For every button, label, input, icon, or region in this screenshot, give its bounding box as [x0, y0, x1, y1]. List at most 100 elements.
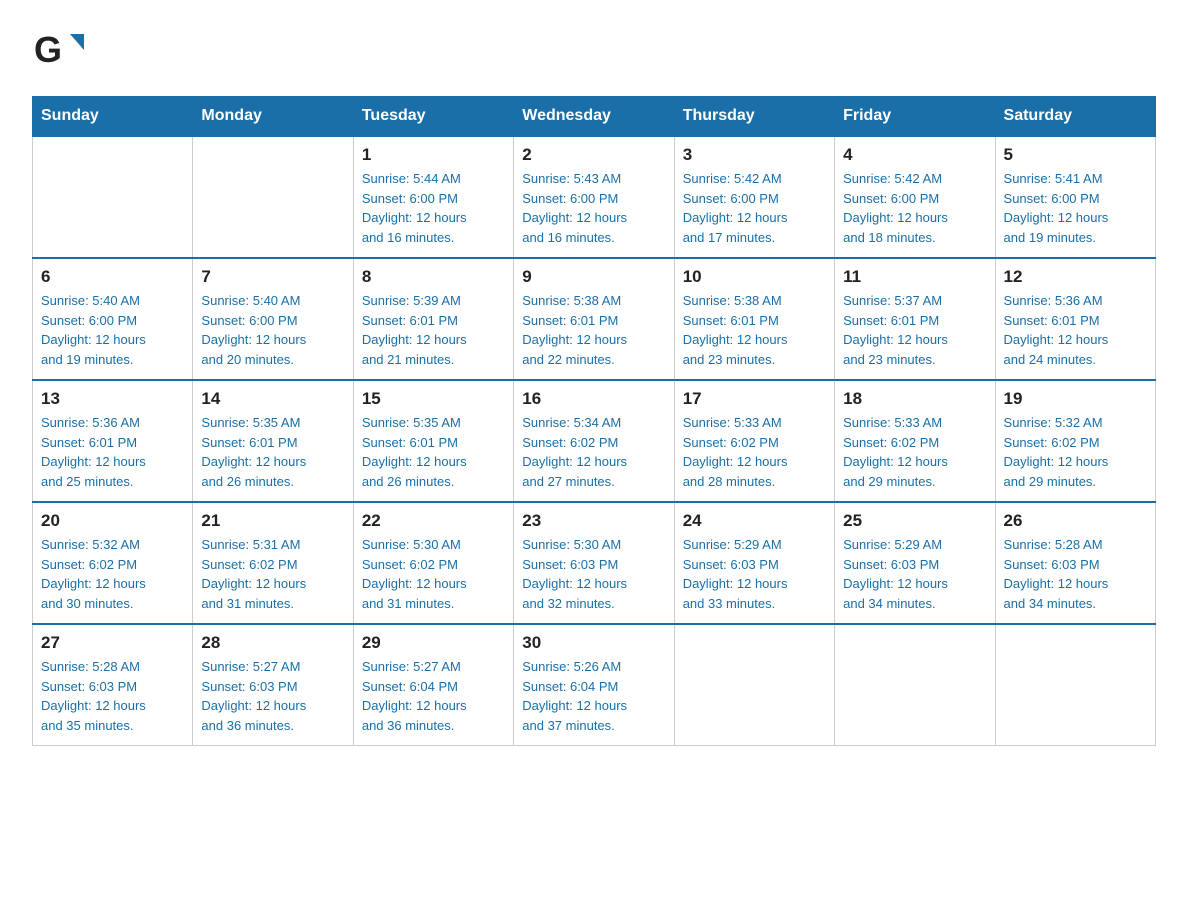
calendar-cell: 8Sunrise: 5:39 AM Sunset: 6:01 PM Daylig…	[353, 258, 513, 380]
day-info: Sunrise: 5:27 AM Sunset: 6:04 PM Dayligh…	[362, 657, 505, 735]
day-of-week-monday: Monday	[193, 97, 353, 137]
day-number: 3	[683, 145, 826, 165]
day-number: 12	[1004, 267, 1147, 287]
calendar-cell: 19 Sunrise: 5:32 AM Sunset: 6:02 PM Dayli…	[995, 380, 1155, 502]
calendar-cell: 23Sunrise: 5:30 AM Sunset: 6:03 PM Dayli…	[514, 502, 674, 624]
day-number: 13	[41, 389, 184, 409]
day-number: 8	[362, 267, 505, 287]
day-number: 24	[683, 511, 826, 531]
calendar-cell: 5 Sunrise: 5:41 AM Sunset: 6:00 PM Daylig…	[995, 136, 1155, 258]
calendar-cell: 1 Sunrise: 5:44 AM Sunset: 6:00 PM Daylig…	[353, 136, 513, 258]
day-number: 19	[1004, 389, 1147, 409]
day-number: 17	[683, 389, 826, 409]
calendar-cell	[995, 624, 1155, 746]
day-number: 29	[362, 633, 505, 653]
calendar-cell: 29 Sunrise: 5:27 AM Sunset: 6:04 PM Dayli…	[353, 624, 513, 746]
day-info: Sunrise: 5:29 AM Sunset: 6:03 PM Dayligh…	[683, 535, 826, 613]
day-info: Sunrise: 5:33 AM Sunset: 6:02 PM Dayligh…	[843, 413, 986, 491]
day-info: Sunrise: 5:26 AM Sunset: 6:04 PM Dayligh…	[522, 657, 665, 735]
week-row-2: 6 Sunrise: 5:40 AM Sunset: 6:00 PM Daylig…	[33, 258, 1156, 380]
calendar-cell: 15 Sunrise: 5:35 AM Sunset: 6:01 PM Dayli…	[353, 380, 513, 502]
calendar-cell: 14Sunrise: 5:35 AM Sunset: 6:01 PM Dayli…	[193, 380, 353, 502]
calendar-cell	[193, 136, 353, 258]
day-info: Sunrise: 5:34 AM Sunset: 6:02 PM Dayligh…	[522, 413, 665, 491]
day-number: 9	[522, 267, 665, 287]
calendar-cell	[835, 624, 995, 746]
calendar-cell: 9 Sunrise: 5:38 AM Sunset: 6:01 PM Daylig…	[514, 258, 674, 380]
calendar-cell: 13 Sunrise: 5:36 AM Sunset: 6:01 PM Dayli…	[33, 380, 193, 502]
day-info: Sunrise: 5:40 AM Sunset: 6:00 PM Dayligh…	[201, 291, 344, 369]
day-info: Sunrise: 5:44 AM Sunset: 6:00 PM Dayligh…	[362, 169, 505, 247]
day-number: 15	[362, 389, 505, 409]
day-info: Sunrise: 5:28 AM Sunset: 6:03 PM Dayligh…	[1004, 535, 1147, 613]
day-number: 22	[362, 511, 505, 531]
day-number: 30	[522, 633, 665, 653]
calendar-cell: 24 Sunrise: 5:29 AM Sunset: 6:03 PM Dayli…	[674, 502, 834, 624]
day-info: Sunrise: 5:31 AM Sunset: 6:02 PM Dayligh…	[201, 535, 344, 613]
calendar-cell	[674, 624, 834, 746]
day-info: Sunrise: 5:38 AM Sunset: 6:01 PM Dayligh…	[683, 291, 826, 369]
calendar-cell: 22 Sunrise: 5:30 AM Sunset: 6:02 PM Dayli…	[353, 502, 513, 624]
logo: G	[32, 24, 84, 76]
day-of-week-friday: Friday	[835, 97, 995, 137]
day-number: 4	[843, 145, 986, 165]
svg-text:G: G	[34, 29, 62, 70]
calendar-cell: 11 Sunrise: 5:37 AM Sunset: 6:01 PM Dayli…	[835, 258, 995, 380]
day-info: Sunrise: 5:40 AM Sunset: 6:00 PM Dayligh…	[41, 291, 184, 369]
day-info: Sunrise: 5:42 AM Sunset: 6:00 PM Dayligh…	[683, 169, 826, 247]
day-number: 6	[41, 267, 184, 287]
day-number: 11	[843, 267, 986, 287]
day-info: Sunrise: 5:35 AM Sunset: 6:01 PM Dayligh…	[201, 413, 344, 491]
day-of-week-thursday: Thursday	[674, 97, 834, 137]
day-number: 25	[843, 511, 986, 531]
day-info: Sunrise: 5:30 AM Sunset: 6:02 PM Dayligh…	[362, 535, 505, 613]
day-number: 5	[1004, 145, 1147, 165]
calendar-body: 1 Sunrise: 5:44 AM Sunset: 6:00 PM Daylig…	[33, 136, 1156, 746]
day-number: 20	[41, 511, 184, 531]
day-of-week-wednesday: Wednesday	[514, 97, 674, 137]
day-number: 7	[201, 267, 344, 287]
calendar-cell: 18 Sunrise: 5:33 AM Sunset: 6:02 PM Dayli…	[835, 380, 995, 502]
calendar-cell: 17Sunrise: 5:33 AM Sunset: 6:02 PM Dayli…	[674, 380, 834, 502]
day-number: 10	[683, 267, 826, 287]
day-info: Sunrise: 5:37 AM Sunset: 6:01 PM Dayligh…	[843, 291, 986, 369]
day-of-week-saturday: Saturday	[995, 97, 1155, 137]
calendar-table: SundayMondayTuesdayWednesdayThursdayFrid…	[32, 96, 1156, 746]
logo-icon: G	[32, 24, 84, 76]
day-number: 1	[362, 145, 505, 165]
day-number: 16	[522, 389, 665, 409]
week-row-1: 1 Sunrise: 5:44 AM Sunset: 6:00 PM Daylig…	[33, 136, 1156, 258]
week-row-3: 13 Sunrise: 5:36 AM Sunset: 6:01 PM Dayli…	[33, 380, 1156, 502]
day-info: Sunrise: 5:32 AM Sunset: 6:02 PM Dayligh…	[41, 535, 184, 613]
day-number: 18	[843, 389, 986, 409]
day-info: Sunrise: 5:27 AM Sunset: 6:03 PM Dayligh…	[201, 657, 344, 735]
calendar-cell: 30 Sunrise: 5:26 AM Sunset: 6:04 PM Dayli…	[514, 624, 674, 746]
day-number: 2	[522, 145, 665, 165]
calendar-cell: 10 Sunrise: 5:38 AM Sunset: 6:01 PM Dayli…	[674, 258, 834, 380]
day-info: Sunrise: 5:42 AM Sunset: 6:00 PM Dayligh…	[843, 169, 986, 247]
day-info: Sunrise: 5:32 AM Sunset: 6:02 PM Dayligh…	[1004, 413, 1147, 491]
calendar-cell: 2Sunrise: 5:43 AM Sunset: 6:00 PM Daylig…	[514, 136, 674, 258]
calendar-cell: 21 Sunrise: 5:31 AM Sunset: 6:02 PM Dayli…	[193, 502, 353, 624]
calendar-cell: 20 Sunrise: 5:32 AM Sunset: 6:02 PM Dayli…	[33, 502, 193, 624]
day-number: 21	[201, 511, 344, 531]
calendar-cell: 4 Sunrise: 5:42 AM Sunset: 6:00 PM Daylig…	[835, 136, 995, 258]
day-number: 27	[41, 633, 184, 653]
calendar-cell: 6 Sunrise: 5:40 AM Sunset: 6:00 PM Daylig…	[33, 258, 193, 380]
week-row-4: 20 Sunrise: 5:32 AM Sunset: 6:02 PM Dayli…	[33, 502, 1156, 624]
day-number: 23	[522, 511, 665, 531]
calendar-cell: 12 Sunrise: 5:36 AM Sunset: 6:01 PM Dayli…	[995, 258, 1155, 380]
day-info: Sunrise: 5:36 AM Sunset: 6:01 PM Dayligh…	[1004, 291, 1147, 369]
calendar-cell: 26Sunrise: 5:28 AM Sunset: 6:03 PM Dayli…	[995, 502, 1155, 624]
day-of-week-tuesday: Tuesday	[353, 97, 513, 137]
calendar-cell	[33, 136, 193, 258]
day-info: Sunrise: 5:35 AM Sunset: 6:01 PM Dayligh…	[362, 413, 505, 491]
page-header: G	[32, 24, 1156, 76]
week-row-5: 27Sunrise: 5:28 AM Sunset: 6:03 PM Dayli…	[33, 624, 1156, 746]
day-info: Sunrise: 5:38 AM Sunset: 6:01 PM Dayligh…	[522, 291, 665, 369]
day-info: Sunrise: 5:41 AM Sunset: 6:00 PM Dayligh…	[1004, 169, 1147, 247]
day-info: Sunrise: 5:29 AM Sunset: 6:03 PM Dayligh…	[843, 535, 986, 613]
day-info: Sunrise: 5:36 AM Sunset: 6:01 PM Dayligh…	[41, 413, 184, 491]
calendar-cell: 28Sunrise: 5:27 AM Sunset: 6:03 PM Dayli…	[193, 624, 353, 746]
calendar-cell: 16 Sunrise: 5:34 AM Sunset: 6:02 PM Dayli…	[514, 380, 674, 502]
